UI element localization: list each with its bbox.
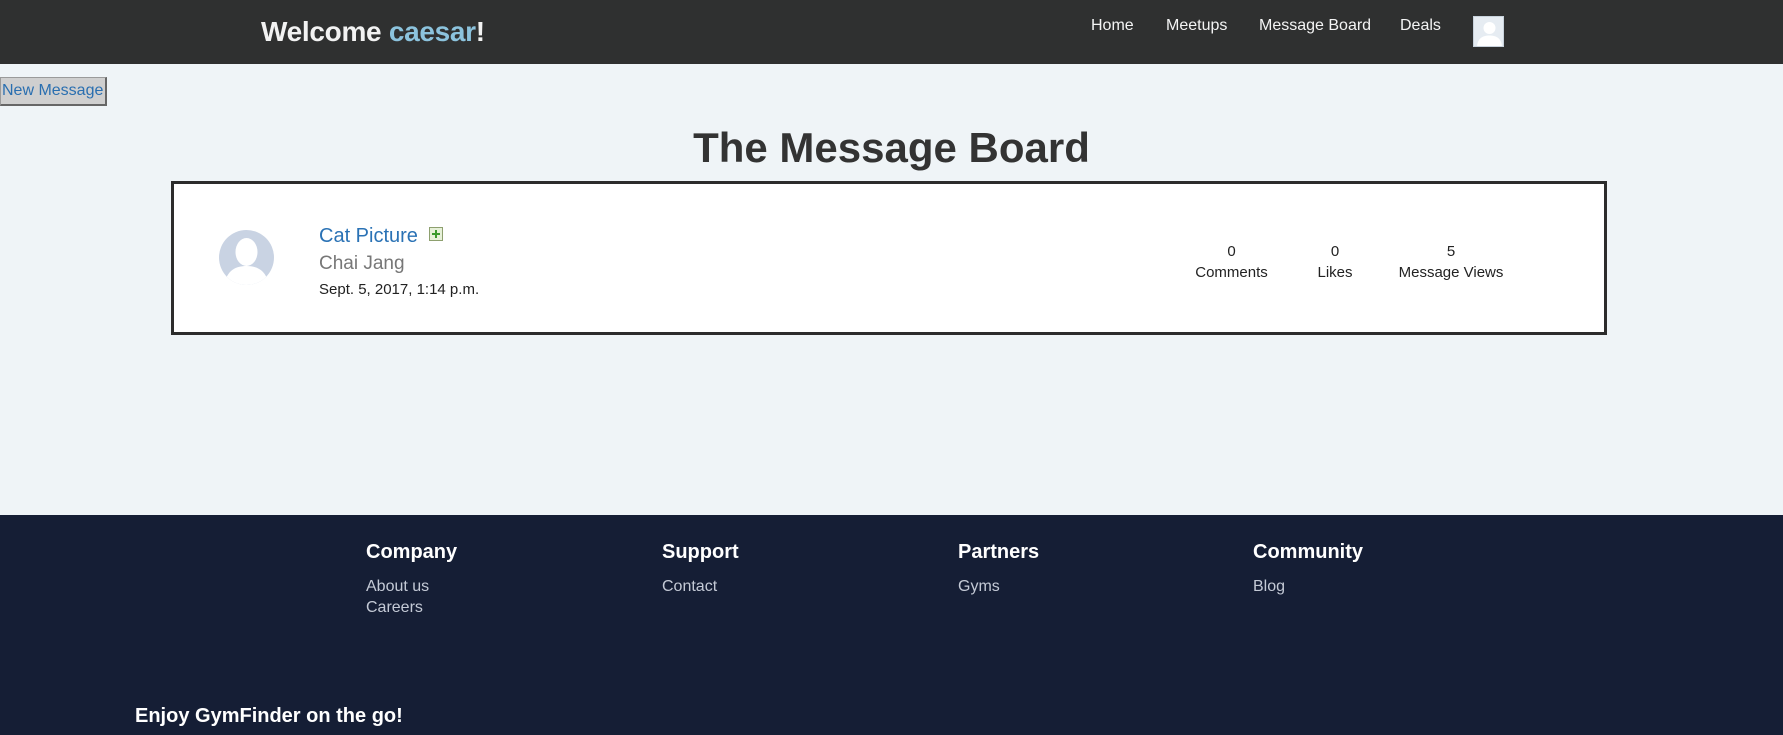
footer-link-blog[interactable]: Blog	[1253, 576, 1363, 597]
nav-deals[interactable]: Deals	[1400, 17, 1441, 35]
image-plus-icon[interactable]	[429, 227, 443, 241]
footer-community-column: Community Blog	[1253, 541, 1363, 597]
welcome-username: caesar	[388, 16, 476, 47]
likes-label: Likes	[1317, 264, 1353, 281]
welcome-heading: Welcome caesar!	[261, 16, 485, 48]
message-title-link[interactable]: Cat Picture	[319, 225, 418, 248]
footer-partners-heading: Partners	[958, 541, 1040, 563]
comments-label: Comments	[1195, 264, 1268, 281]
message-author: Chai Jang	[319, 253, 405, 274]
message-card: Cat Picture Chai Jang Sept. 5, 2017, 1:1…	[171, 181, 1607, 335]
views-label: Message Views	[1398, 264, 1504, 281]
likes-count: 0	[1330, 243, 1340, 260]
new-message-button[interactable]: New Message	[0, 77, 107, 106]
welcome-suffix: !	[475, 16, 485, 47]
page-title: The Message Board	[693, 124, 1090, 171]
user-avatar-icon[interactable]	[1473, 16, 1504, 47]
footer-company-heading: Company	[366, 541, 458, 563]
footer: Company About us Careers Support Contact…	[0, 515, 1783, 735]
footer-company-column: Company About us Careers	[366, 541, 457, 618]
footer-partners-column: Partners Gyms	[958, 541, 1039, 597]
welcome-prefix: Welcome	[261, 16, 389, 47]
footer-link-gyms[interactable]: Gyms	[958, 576, 1039, 597]
nav-message-board[interactable]: Message Board	[1259, 17, 1371, 35]
top-navbar: Welcome caesar! Home Meetups Message Boa…	[0, 0, 1783, 64]
footer-link-about-us[interactable]: About us	[366, 576, 457, 597]
footer-support-column: Support Contact	[662, 541, 739, 597]
footer-tagline: Enjoy GymFinder on the go!	[135, 705, 403, 727]
footer-link-contact[interactable]: Contact	[662, 576, 739, 597]
footer-community-heading: Community	[1253, 541, 1363, 563]
message-date: Sept. 5, 2017, 1:14 p.m.	[319, 281, 480, 298]
author-avatar-icon	[219, 230, 274, 285]
views-stat: 5 Message Views	[1393, 241, 1509, 283]
views-count: 5	[1446, 243, 1456, 260]
comments-count: 0	[1227, 243, 1236, 260]
footer-support-heading: Support	[662, 541, 739, 563]
footer-link-careers[interactable]: Careers	[366, 597, 457, 618]
likes-stat: 0 Likes	[1305, 241, 1365, 283]
nav-home[interactable]: Home	[1091, 17, 1134, 35]
comments-stat: 0 Comments	[1184, 241, 1279, 283]
nav-meetups[interactable]: Meetups	[1166, 17, 1227, 35]
